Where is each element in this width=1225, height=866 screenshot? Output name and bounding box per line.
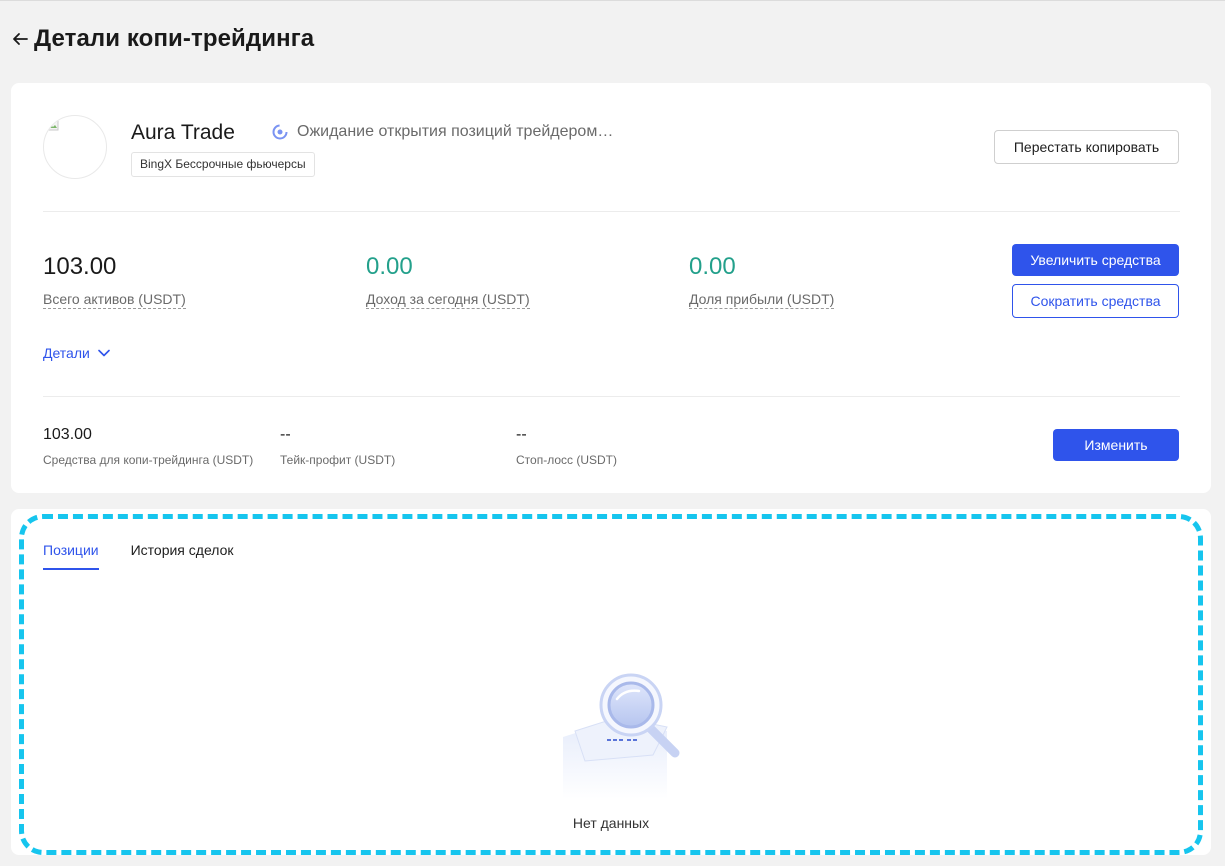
stat-value: 0.00 (366, 253, 413, 280)
details-toggle[interactable]: Детали (43, 345, 110, 361)
setting-value: -- (516, 426, 527, 443)
positions-tabs: Позиции История сделок (43, 542, 266, 570)
setting-take-profit: -- Тейк-профит (USDT) (280, 425, 395, 467)
divider (43, 211, 1180, 212)
trader-status: Ожидание открытия позиций трейдером… (271, 123, 613, 141)
no-data-magnifier-icon (563, 673, 680, 799)
stat-total-assets: 103.00 Всего активов (USDT) (43, 252, 186, 309)
positions-card: Позиции История сделок Нет данных (11, 509, 1211, 855)
tab-trade-history[interactable]: История сделок (131, 542, 234, 570)
trader-name: Aura Trade (131, 121, 235, 144)
top-border (0, 0, 1225, 1)
stat-value: 103.00 (43, 253, 117, 280)
divider (43, 396, 1180, 397)
status-text: Ожидание открытия позиций трейдером… (297, 123, 614, 140)
setting-stop-loss: -- Стоп-лосс (USDT) (516, 425, 617, 467)
chevron-down-icon (98, 349, 110, 357)
increase-funds-button[interactable]: Увеличить средства (1012, 244, 1179, 276)
setting-label: Стоп-лосс (USDT) (516, 453, 617, 467)
copy-trading-summary-card: Aura Trade Ожидание открытия позиций тре… (11, 83, 1211, 493)
stat-label[interactable]: Доход за сегодня (USDT) (366, 291, 530, 309)
decrease-funds-button[interactable]: Сократить средства (1012, 284, 1179, 318)
trader-avatar (43, 115, 107, 179)
setting-label: Тейк-профит (USDT) (280, 453, 396, 467)
stop-copy-button[interactable]: Перестать копировать (994, 130, 1179, 164)
no-data-text: Нет данных (572, 815, 650, 831)
stat-today-income: 0.00 Доход за сегодня (USDT) (366, 252, 530, 309)
tab-positions[interactable]: Позиции (43, 542, 99, 570)
setting-copy-funds: 103.00 Средства для копи-трейдинга (USDT… (43, 425, 253, 467)
page-title: Детали копи-трейдинга (34, 25, 315, 52)
stat-label[interactable]: Доля прибыли (USDT) (689, 291, 835, 309)
page-header: Детали копи-трейдинга (10, 24, 314, 54)
stat-label[interactable]: Всего активов (USDT) (43, 291, 186, 309)
exchange-tag: BingX Бессрочные фьючерсы (131, 152, 315, 177)
details-label: Детали (43, 345, 90, 361)
stat-value: 0.00 (689, 253, 736, 280)
edit-button[interactable]: Изменить (1053, 429, 1179, 461)
broken-image-icon (45, 117, 59, 131)
loading-spinner-icon (272, 124, 288, 140)
setting-label: Средства для копи-трейдинга (USDT) (43, 453, 254, 467)
stat-profit-share: 0.00 Доля прибыли (USDT) (689, 252, 835, 309)
arrow-left-icon[interactable] (10, 29, 30, 49)
setting-value: -- (280, 426, 291, 443)
setting-value: 103.00 (43, 426, 92, 443)
